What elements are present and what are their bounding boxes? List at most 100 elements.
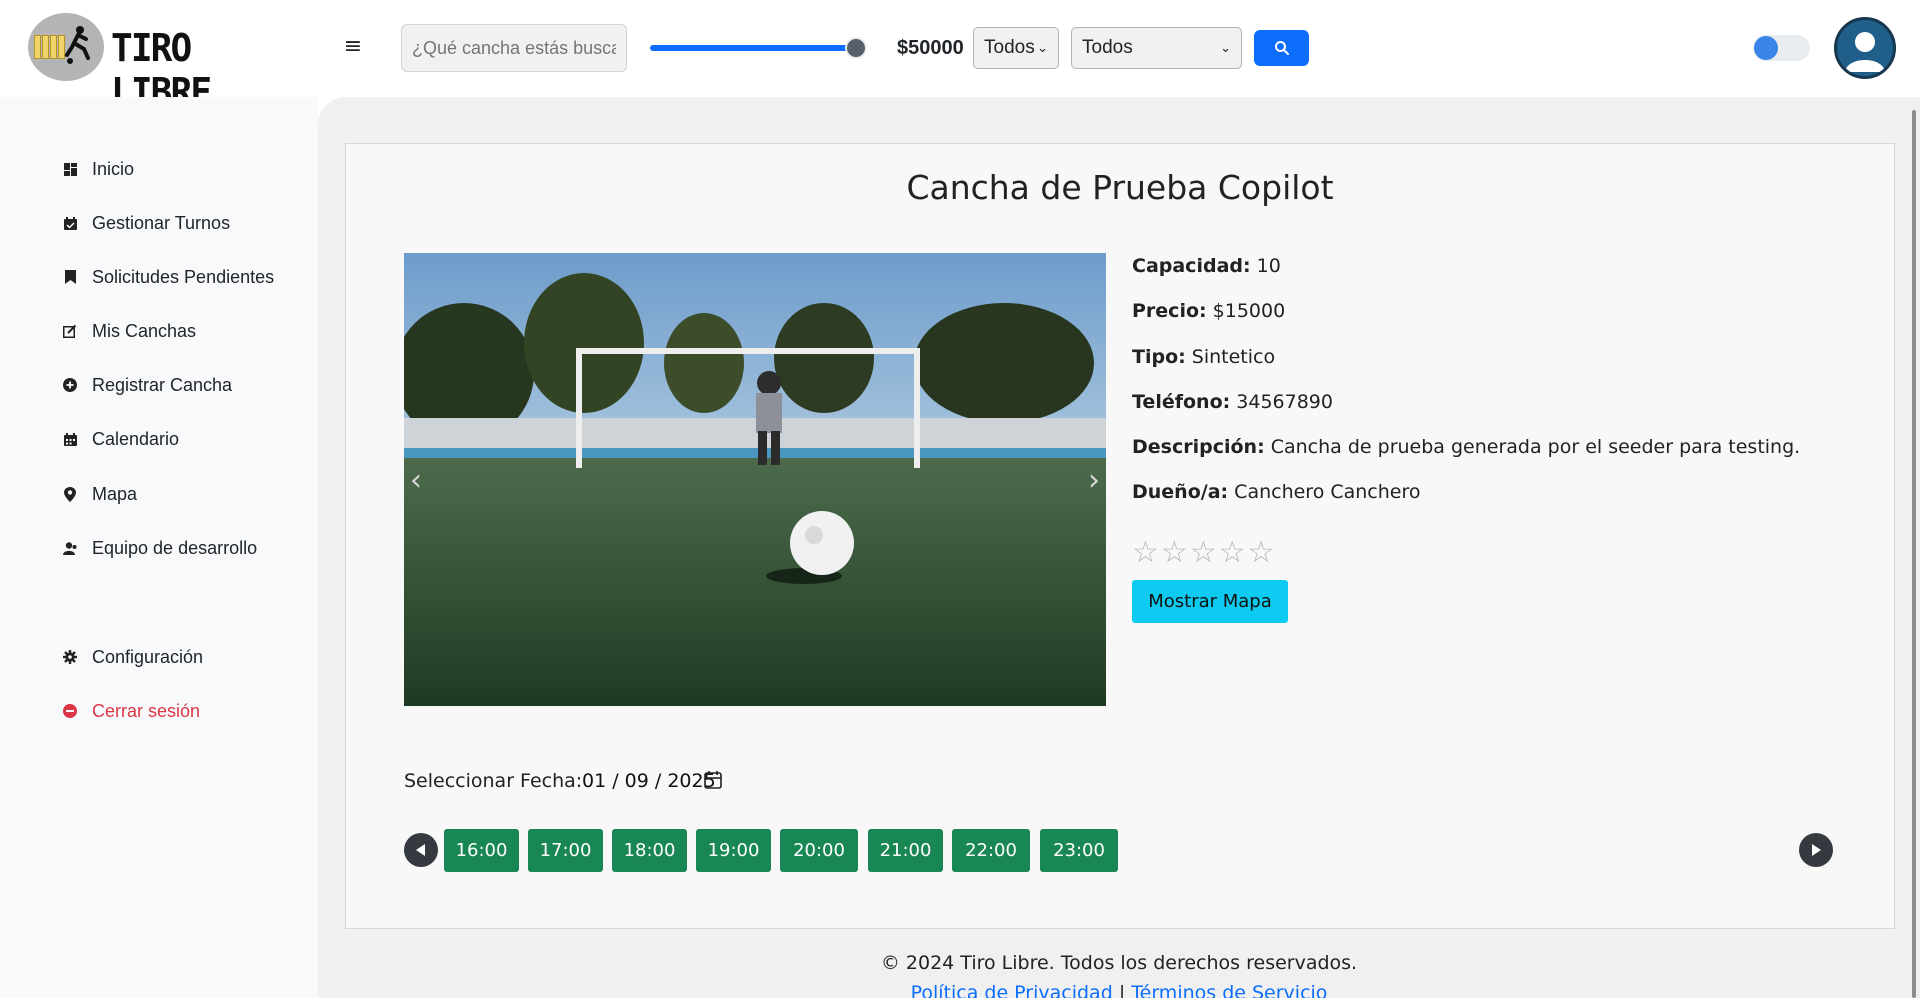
footer-copyright: © 2024 Tiro Libre. Todos los derechos re… [880, 952, 1358, 974]
bookmark-icon [62, 269, 78, 285]
sidebar-item-gestionar-turnos[interactable]: Gestionar Turnos [62, 209, 230, 237]
info-label: Precio: [1132, 300, 1207, 322]
info-value: Sintetico [1191, 346, 1276, 368]
info-label: Dueño/a: [1132, 481, 1229, 503]
star-icon[interactable]: ☆ [1132, 535, 1161, 570]
court-photo [404, 253, 1106, 706]
price-value: $50000 [897, 37, 964, 59]
footer-separator: | [1118, 982, 1126, 998]
player-silhouette-icon [65, 26, 90, 64]
time-slot-button[interactable]: 20:00 [780, 829, 858, 872]
calendar-icon [62, 431, 78, 447]
info-value: Canchero Canchero [1234, 481, 1421, 503]
chevron-down-icon: ⌄ [1037, 40, 1048, 55]
gear-icon [62, 649, 78, 665]
toggle-knob [1754, 36, 1778, 60]
team-icon [62, 540, 78, 556]
arrow-left-icon [416, 844, 425, 856]
court-search-input[interactable] [401, 24, 627, 72]
court-info-telefono: Teléfono: 34567890 [1132, 391, 1333, 413]
edit-icon [62, 323, 78, 339]
tiro-libre-logo[interactable]: TIRO LIBRE [28, 13, 292, 114]
sidebar-item-inicio[interactable]: Inicio [62, 155, 134, 183]
sidebar-item-label: Gestionar Turnos [92, 212, 231, 233]
filter-type-value: Todos [984, 37, 1035, 58]
price-range-slider[interactable] [650, 34, 870, 62]
date-input[interactable]: 01 / 09 / 2025 [582, 770, 716, 792]
user-icon [1845, 32, 1885, 72]
slots-next-button[interactable] [1799, 833, 1833, 867]
time-slot-button[interactable]: 17:00 [528, 829, 603, 872]
court-info-tipo: Tipo: Sintetico [1132, 346, 1275, 368]
sidebar-item-label: Cerrar sesión [92, 700, 201, 721]
sidebar-item-equipo[interactable]: Equipo de desarrollo [62, 534, 257, 562]
sidebar-item-label: Solicitudes Pendientes [92, 266, 275, 287]
filter-type-select[interactable]: Todos ⌄ [973, 27, 1059, 69]
logout-icon [62, 703, 78, 719]
info-value: $15000 [1212, 300, 1286, 322]
info-label: Tipo: [1132, 346, 1186, 368]
court-info-duenio: Dueño/a: Canchero Canchero [1132, 481, 1421, 503]
arrow-right-icon [1812, 844, 1821, 856]
rating-stars[interactable]: ☆☆☆☆☆ [1132, 535, 1277, 570]
filter-category-value: Todos [1082, 37, 1133, 58]
menu-toggle-icon[interactable]: ≡ [343, 34, 363, 60]
date-label: Seleccionar Fecha: [404, 770, 583, 792]
carousel-next-icon[interactable]: › [1088, 463, 1100, 498]
sidebar-item-label: Equipo de desarrollo [92, 537, 258, 558]
user-avatar[interactable] [1834, 17, 1896, 79]
sidebar-item-mis-canchas[interactable]: Mis Canchas [62, 317, 196, 345]
court-info-descripcion: Descripción: Cancha de prueba generada p… [1132, 436, 1800, 458]
sidebar-item-registrar-cancha[interactable]: Registrar Cancha [62, 371, 232, 399]
info-value: 34567890 [1236, 391, 1333, 413]
calendar-picker-icon[interactable] [704, 770, 722, 789]
search-icon [1274, 41, 1289, 55]
court-info-capacidad: Capacidad: 10 [1132, 255, 1281, 277]
sidebar-item-label: Configuración [92, 646, 204, 667]
time-slot-button[interactable]: 18:00 [612, 829, 687, 872]
star-icon[interactable]: ☆ [1161, 535, 1190, 570]
plus-circle-icon [62, 377, 78, 393]
sidebar-item-configuracion[interactable]: Configuración [62, 643, 203, 671]
info-value: 10 [1256, 255, 1281, 277]
sidebar-item-label: Registrar Cancha [92, 374, 233, 395]
court-title: Cancha de Prueba Copilot [906, 168, 1334, 207]
info-value: Cancha de prueba generada por el seeder … [1270, 436, 1801, 458]
sidebar-item-label: Mis Canchas [92, 320, 197, 341]
sidebar-item-label: Mapa [92, 483, 138, 504]
court-photo-carousel: ‹ › [404, 253, 1106, 706]
sidebar-item-label: Calendario [92, 428, 180, 449]
time-slot-button[interactable]: 16:00 [444, 829, 519, 872]
dashboard-icon [62, 161, 78, 177]
page-scrollbar[interactable] [1912, 110, 1916, 998]
star-icon[interactable]: ☆ [1190, 535, 1219, 570]
info-label: Capacidad: [1132, 255, 1251, 277]
sidebar-item-solicitudes[interactable]: Solicitudes Pendientes [62, 263, 274, 291]
time-slot-button[interactable]: 22:00 [952, 829, 1030, 872]
chevron-down-icon: ⌄ [1220, 40, 1231, 55]
sidebar-item-calendario[interactable]: Calendario [62, 425, 179, 453]
footer-links: Política de Privacidad | Términos de Ser… [318, 982, 1920, 998]
court-info-precio: Precio: $15000 [1132, 300, 1285, 322]
privacy-policy-link[interactable]: Política de Privacidad [911, 982, 1113, 998]
star-icon[interactable]: ☆ [1248, 535, 1277, 570]
sidebar-item-mapa[interactable]: Mapa [62, 480, 137, 508]
time-slot-button[interactable]: 21:00 [868, 829, 943, 872]
filter-category-select[interactable]: Todos ⌄ [1071, 27, 1242, 69]
terms-of-service-link[interactable]: Términos de Servicio [1131, 982, 1327, 998]
time-slot-button[interactable]: 23:00 [1040, 829, 1118, 872]
slider-track [650, 45, 858, 51]
show-map-button[interactable]: Mostrar Mapa [1132, 580, 1288, 623]
map-pin-icon [62, 486, 78, 502]
logo-emblem [28, 13, 104, 81]
calendar-check-icon [62, 215, 78, 231]
time-slot-button[interactable]: 19:00 [696, 829, 771, 872]
carousel-prev-icon[interactable]: ‹ [410, 463, 422, 498]
sidebar-item-logout[interactable]: Cerrar sesión [62, 697, 200, 725]
theme-toggle[interactable] [1753, 35, 1810, 61]
search-button[interactable] [1254, 30, 1309, 66]
info-label: Teléfono: [1132, 391, 1231, 413]
slider-thumb[interactable] [845, 37, 867, 59]
slots-prev-button[interactable] [404, 833, 438, 867]
star-icon[interactable]: ☆ [1219, 535, 1248, 570]
